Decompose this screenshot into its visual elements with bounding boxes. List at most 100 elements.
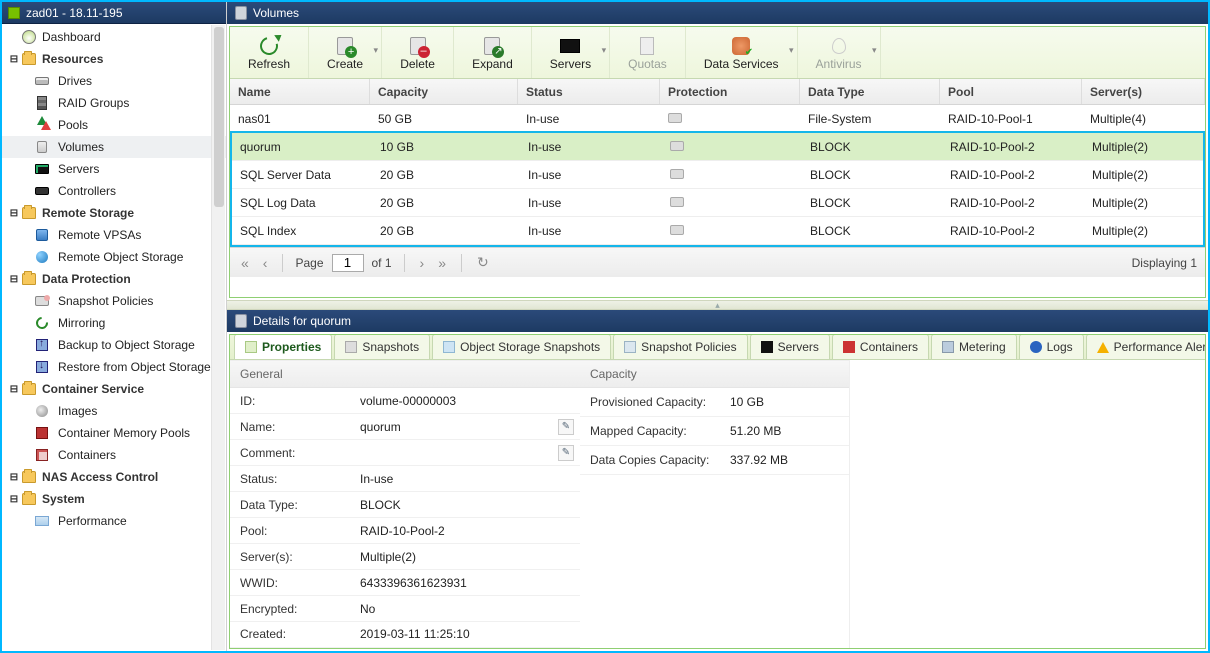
refresh-button[interactable]: Refresh <box>230 27 309 78</box>
nav-item-label: Images <box>58 404 97 418</box>
protection-icon <box>668 113 682 123</box>
data-services-button[interactable]: Data Services▾ <box>686 27 798 78</box>
nav-item[interactable]: Mirroring <box>2 312 226 334</box>
tab-performance-alerts[interactable]: Performance Alerts <box>1086 335 1205 359</box>
cell: RAID-10-Pool-2 <box>942 196 1084 210</box>
nav-item[interactable]: Restore from Object Storage <box>2 356 226 378</box>
sidebar-scrollbar[interactable] <box>211 25 225 650</box>
tab-label: Servers <box>778 340 819 354</box>
volumes-grid-body: nas0150 GBIn-useFile-SystemRAID-10-Pool-… <box>230 105 1205 247</box>
v: BLOCK <box>360 498 580 512</box>
cell: BLOCK <box>802 196 942 210</box>
col-capacity[interactable]: Capacity <box>370 79 518 104</box>
nav-item[interactable]: Controllers <box>2 180 226 202</box>
col-status[interactable]: Status <box>518 79 660 104</box>
table-row[interactable]: SQL Log Data20 GBIn-useBLOCKRAID-10-Pool… <box>232 189 1203 217</box>
details-title: Details for quorum <box>253 314 351 328</box>
col-pool[interactable]: Pool <box>940 79 1082 104</box>
detail-row-wwid: WWID:6433396361623931 <box>230 570 580 596</box>
tab-metering[interactable]: Metering <box>931 335 1017 359</box>
tab-properties[interactable]: Properties <box>234 335 332 359</box>
table-row[interactable]: SQL Index20 GBIn-useBLOCKRAID-10-Pool-2M… <box>232 217 1203 245</box>
tab-snapshots[interactable]: Snapshots <box>334 335 430 359</box>
detail-row-prov: Provisioned Capacity:10 GB <box>580 388 849 417</box>
nav-section-label: Remote Storage <box>42 206 134 220</box>
nav-item[interactable]: Pools <box>2 114 226 136</box>
table-row[interactable]: quorum10 GBIn-useBLOCKRAID-10-Pool-2Mult… <box>232 133 1203 161</box>
k: Name: <box>230 420 360 434</box>
detail-row-datacopies: Data Copies Capacity:337.92 MB <box>580 446 849 475</box>
tab-label: Object Storage Snapshots <box>460 340 600 354</box>
nav-item[interactable]: Snapshot Policies <box>2 290 226 312</box>
delete-label: Delete <box>400 57 435 71</box>
tab-snapshot-policies[interactable]: Snapshot Policies <box>613 335 747 359</box>
nav-item-label: Volumes <box>58 140 104 154</box>
nav-item[interactable]: Volumes <box>2 136 226 158</box>
nav-item[interactable]: Remote Object Storage <box>2 246 226 268</box>
ico-ros-icon <box>34 250 50 264</box>
nav-item[interactable]: Drives <box>2 70 226 92</box>
nav-item[interactable]: Backup to Object Storage <box>2 334 226 356</box>
quotas-icon <box>640 37 654 55</box>
tab-containers[interactable]: Containers <box>832 335 929 359</box>
nav-dashboard[interactable]: Dashboard <box>2 26 226 48</box>
nav-section-label: Resources <box>42 52 103 66</box>
create-label: Create <box>327 57 363 71</box>
col-name[interactable]: Name <box>230 79 370 104</box>
tab-servers[interactable]: Servers <box>750 335 830 359</box>
splitter[interactable]: ▴ <box>227 300 1208 310</box>
nav-section[interactable]: ⊟Resources <box>2 48 226 70</box>
nav-item[interactable]: Containers <box>2 444 226 466</box>
status-indicator-icon <box>8 7 20 19</box>
page-refresh-button[interactable]: ↻ <box>474 254 492 271</box>
nav-item[interactable]: RAID Groups <box>2 92 226 114</box>
nav-item-label: Drives <box>58 74 92 88</box>
edit-name-button[interactable]: ✎ <box>558 419 574 435</box>
nav-section[interactable]: ⊟Container Service <box>2 378 226 400</box>
page-first-button[interactable]: « <box>238 255 252 271</box>
cell: In-use <box>520 224 662 238</box>
nav-section[interactable]: ⊟NAS Access Control <box>2 466 226 488</box>
expand-button[interactable]: Expand <box>454 27 532 78</box>
nav-item[interactable]: Performance <box>2 510 226 532</box>
ico-rst-icon <box>34 360 50 374</box>
nav-item[interactable]: Images <box>2 400 226 422</box>
col-datatype[interactable]: Data Type <box>800 79 940 104</box>
delete-button[interactable]: Delete <box>382 27 454 78</box>
create-icon <box>337 37 353 55</box>
folder-icon <box>22 493 36 505</box>
logs-icon <box>1030 341 1042 353</box>
table-row[interactable]: nas0150 GBIn-useFile-SystemRAID-10-Pool-… <box>230 105 1205 133</box>
nav-item[interactable]: Servers <box>2 158 226 180</box>
nav-item[interactable]: Container Memory Pools <box>2 422 226 444</box>
page-next-button[interactable]: › <box>417 255 428 271</box>
page-last-button[interactable]: » <box>435 255 449 271</box>
page-prev-button[interactable]: ‹ <box>260 255 271 271</box>
nav-item[interactable]: Remote VPSAs <box>2 224 226 246</box>
tab-object-snapshots[interactable]: Object Storage Snapshots <box>432 335 611 359</box>
ico-rvpsa-icon <box>34 228 50 242</box>
ico-perf-icon <box>34 514 50 528</box>
scrollbar-thumb[interactable] <box>214 27 224 207</box>
tab-logs[interactable]: Logs <box>1019 335 1084 359</box>
col-protection[interactable]: Protection <box>660 79 800 104</box>
tab-label: Properties <box>262 340 321 354</box>
col-servers[interactable]: Server(s) <box>1082 79 1205 104</box>
edit-comment-button[interactable]: ✎ <box>558 445 574 461</box>
page-input[interactable] <box>332 254 364 272</box>
k: Data Copies Capacity: <box>580 453 730 467</box>
nav-section[interactable]: ⊟Remote Storage <box>2 202 226 224</box>
table-row[interactable]: SQL Server Data20 GBIn-useBLOCKRAID-10-P… <box>232 161 1203 189</box>
tab-label: Performance Alerts <box>1114 340 1205 354</box>
nav-item-label: Controllers <box>58 184 116 198</box>
servers-button[interactable]: Servers▾ <box>532 27 610 78</box>
nav-section[interactable]: ⊟Data Protection <box>2 268 226 290</box>
create-button[interactable]: Create ▾ <box>309 27 382 78</box>
k: Data Type: <box>230 498 360 512</box>
cell: BLOCK <box>802 140 942 154</box>
nav-item-label: Restore from Object Storage <box>58 360 211 374</box>
nav-section[interactable]: ⊟System <box>2 488 226 510</box>
page-of-label: of 1 <box>372 256 392 270</box>
chevron-down-icon: ▾ <box>374 45 379 56</box>
expand-icon <box>484 37 500 55</box>
